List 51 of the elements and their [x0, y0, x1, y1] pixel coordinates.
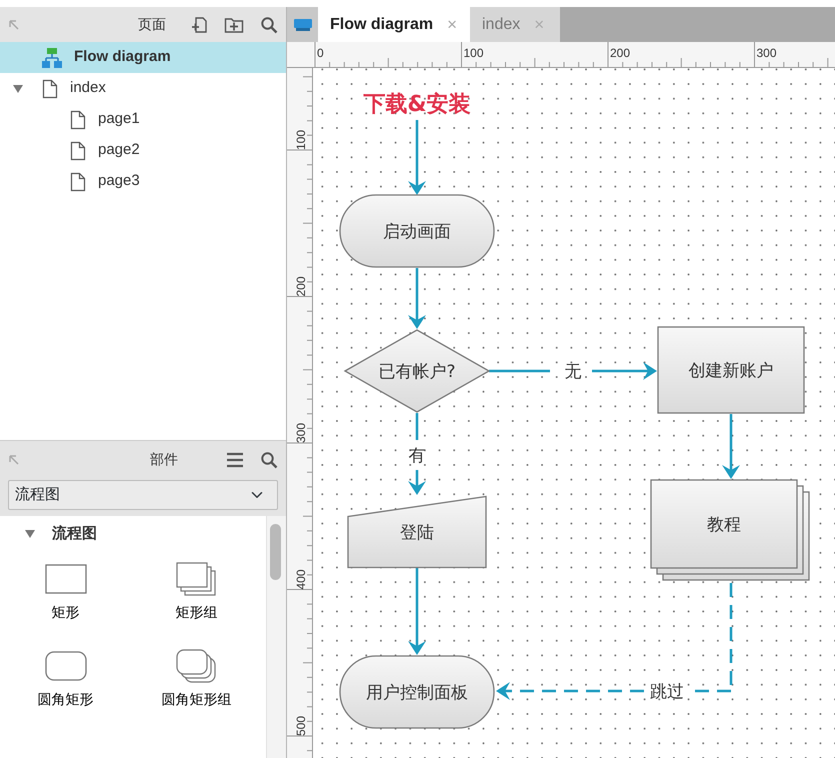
widget-item[interactable]: 矩形 — [0, 558, 131, 627]
rectangle-icon — [44, 562, 86, 596]
rounded-rectangle-icon — [44, 649, 86, 683]
tree-item[interactable]: page2 — [0, 135, 286, 166]
tab[interactable]: Flow diagram × — [318, 7, 470, 42]
widget-item[interactable]: 矩形组 — [131, 558, 262, 627]
library-dropdown[interactable]: 流程图 — [8, 480, 278, 510]
panel-title: 页面 — [138, 15, 166, 34]
rectangle-stack-icon — [176, 562, 218, 596]
connector-label: 有 — [408, 446, 426, 466]
node-label: 已有帐户? — [378, 362, 456, 382]
search-icon[interactable] — [260, 450, 278, 468]
tree-item[interactable]: page3 — [0, 166, 286, 197]
page-icon — [42, 78, 58, 98]
tree-item[interactable]: Flow diagram — [0, 42, 286, 73]
connector-label: 跳过 — [650, 682, 684, 702]
page-icon — [70, 172, 86, 192]
diagram-title: 下载&安装 — [363, 92, 471, 117]
node-label: 用户控制面板 — [366, 683, 468, 703]
panel-title: 部件 — [150, 450, 178, 469]
ruler-label: 100 — [464, 46, 484, 60]
add-page-icon[interactable] — [190, 16, 208, 34]
ruler-label: 0 — [317, 46, 324, 60]
tree-item[interactable]: index — [0, 73, 286, 104]
node-label: 教程 — [707, 515, 741, 535]
rounded-rectangle-stack-icon — [176, 649, 218, 683]
ruler-label: 400 — [294, 569, 308, 590]
ruler-label: 300 — [756, 46, 777, 60]
node-label: 创建新账户 — [688, 361, 774, 381]
add-folder-icon[interactable] — [224, 16, 244, 34]
ruler-label: 500 — [294, 716, 308, 736]
ruler-label: 200 — [294, 276, 308, 296]
section-header[interactable]: 流程图 — [0, 516, 97, 552]
ruler-label: 200 — [610, 46, 630, 60]
expand-caret-icon[interactable] — [12, 82, 24, 94]
node-label: 登陆 — [400, 523, 434, 543]
widget-item[interactable]: 圆角矩形 — [0, 645, 131, 714]
monitor-icon[interactable] — [292, 18, 312, 32]
scrollbar-thumb[interactable] — [270, 524, 281, 580]
tree-item[interactable]: page1 — [0, 104, 286, 135]
page-icon — [70, 110, 86, 130]
expand-caret-icon[interactable] — [24, 528, 36, 540]
node-label: 启动画面 — [383, 222, 451, 242]
search-icon[interactable] — [260, 16, 278, 34]
menu-icon[interactable] — [226, 452, 244, 468]
flow-diagram-icon — [42, 46, 62, 68]
ruler-label: 100 — [294, 130, 308, 150]
widget-item[interactable]: 圆角矩形组 — [131, 645, 262, 714]
page-icon — [70, 140, 86, 160]
ruler-label: 300 — [294, 422, 308, 443]
connector-label: 无 — [564, 362, 582, 382]
